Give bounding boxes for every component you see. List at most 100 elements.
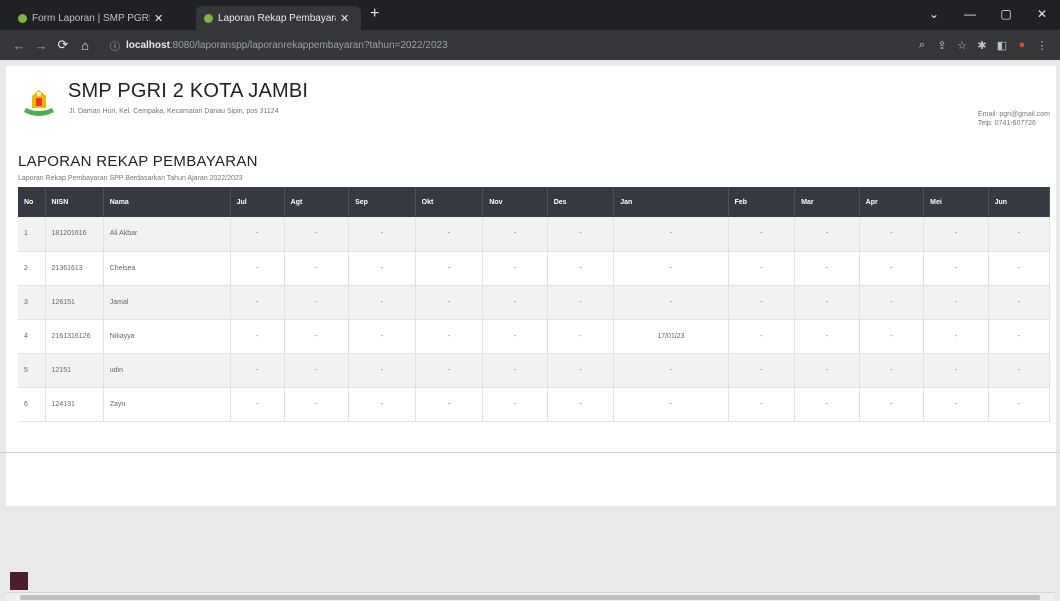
- table-cell: -: [547, 387, 615, 421]
- table-cell: 17/01/23: [613, 319, 729, 353]
- table-cell: -: [284, 217, 350, 251]
- table-cell: -: [923, 353, 989, 387]
- table-row: 4 2161316126 Nikayya - - - - - -17/01/23- - - - -: [18, 319, 1051, 353]
- tab-title: Form Laporan | SMP PGRI 2 KOTA: [32, 12, 150, 24]
- extensions-icon[interactable]: ✱: [972, 39, 992, 52]
- table-cell: -: [988, 387, 1051, 421]
- table-cell: -: [348, 285, 416, 319]
- reload-icon[interactable]: ⟳: [52, 37, 74, 53]
- table-cell: Jamal: [103, 285, 231, 319]
- tab-close-icon[interactable]: ✕: [340, 12, 349, 25]
- menu-icon[interactable]: ⋮: [1032, 39, 1052, 52]
- report-title: LAPORAN REKAP PEMBAYARAN: [18, 153, 258, 170]
- page-divider: [0, 452, 1060, 453]
- minimize-button[interactable]: —: [952, 0, 988, 30]
- share-icon[interactable]: ⇪: [932, 39, 952, 52]
- app-icon[interactable]: [10, 572, 28, 590]
- table-cell: -: [988, 353, 1051, 387]
- table-cell: -: [284, 387, 350, 421]
- school-logo-icon: [24, 90, 54, 116]
- url-host: localhost: [126, 39, 170, 51]
- table-cell: Ali Akbar: [103, 217, 231, 251]
- table-cell: -: [284, 319, 350, 353]
- table-cell: -: [230, 285, 285, 319]
- toolbar-actions: ⌕ ⇪ ☆ ✱ ◧ ● ⋮: [912, 39, 1052, 52]
- table-cell: -: [728, 353, 796, 387]
- tab-title: Laporan Rekap Pembayaran SPP: [218, 12, 336, 24]
- table-cell: -: [284, 285, 350, 319]
- forward-icon[interactable]: →: [30, 38, 52, 53]
- table-cell: 2161316126: [45, 319, 104, 353]
- table-cell: -: [348, 251, 416, 285]
- table-cell: -: [482, 387, 548, 421]
- school-address: Jl. Daman Huri, Kel. Cempaka, Kecamatan …: [69, 108, 279, 115]
- table-cell: -: [613, 387, 729, 421]
- table-cell: -: [415, 251, 484, 285]
- tab-laporan-rekap[interactable]: Laporan Rekap Pembayaran SPP ✕: [196, 6, 361, 30]
- table-cell: Nikayya: [103, 319, 231, 353]
- table-cell: -: [547, 353, 615, 387]
- table-cell: -: [794, 353, 860, 387]
- table-cell: -: [859, 353, 925, 387]
- zoom-icon[interactable]: ⌕: [912, 39, 932, 52]
- table-cell: -: [547, 319, 615, 353]
- table-cell: -: [613, 251, 729, 285]
- report-header: SMP PGRI 2 KOTA JAMBI Jl. Daman Huri, Ke…: [6, 66, 1056, 130]
- tab-close-icon[interactable]: ✕: [154, 12, 163, 25]
- col-header-jul: Jul: [230, 187, 285, 217]
- table-cell: -: [284, 353, 350, 387]
- profile-icon[interactable]: ●: [1012, 39, 1032, 51]
- maximize-button[interactable]: ▢: [988, 0, 1024, 30]
- table-cell: -: [794, 251, 860, 285]
- new-tab-button[interactable]: +: [370, 5, 379, 23]
- table-cell: -: [923, 319, 989, 353]
- col-header-des: Des: [547, 187, 615, 217]
- table-cell: -: [230, 353, 285, 387]
- horizontal-scrollbar[interactable]: [6, 592, 1054, 601]
- tab-search-icon[interactable]: ⌄: [916, 0, 952, 30]
- table-row: 5 12151 udin - - - - - - - - - - - -: [18, 353, 1051, 387]
- col-header-agt: Agt: [284, 187, 350, 217]
- table-cell: 21361613: [45, 251, 104, 285]
- table-cell: -: [923, 387, 989, 421]
- table-cell: -: [923, 217, 989, 251]
- table-cell: -: [348, 353, 416, 387]
- table-cell: -: [415, 217, 484, 251]
- table-header-row: No NISN Nama Jul Agt Sep Okt Nov Des Jan…: [18, 187, 1051, 217]
- table-cell: 126151: [45, 285, 104, 319]
- page-viewport: SMP PGRI 2 KOTA JAMBI Jl. Daman Huri, Ke…: [0, 60, 1060, 601]
- address-bar[interactable]: ⓘ localhost :8080/laporanspp/laporanreka…: [104, 34, 904, 56]
- table-cell: -: [859, 217, 925, 251]
- home-icon[interactable]: ⌂: [74, 38, 96, 53]
- table-cell: -: [728, 285, 796, 319]
- sidebar-icon[interactable]: ◧: [992, 39, 1012, 52]
- table-cell: -: [547, 217, 615, 251]
- table-cell: -: [988, 285, 1051, 319]
- col-header-mei: Mei: [923, 187, 989, 217]
- table-cell: -: [482, 217, 548, 251]
- table-cell: 6: [18, 387, 46, 421]
- close-window-button[interactable]: ✕: [1024, 0, 1060, 30]
- col-header-jan: Jan: [613, 187, 729, 217]
- col-header-okt: Okt: [415, 187, 484, 217]
- back-icon[interactable]: ←: [8, 38, 30, 53]
- table-cell: -: [230, 251, 285, 285]
- tab-form-laporan[interactable]: Form Laporan | SMP PGRI 2 KOTA ✕: [10, 6, 190, 30]
- table-row: 6 124131 Zayn - - - - - - - - - - - -: [18, 387, 1051, 421]
- table-cell: -: [415, 353, 484, 387]
- payment-recap-table: No NISN Nama Jul Agt Sep Okt Nov Des Jan…: [18, 187, 1051, 422]
- table-cell: -: [794, 319, 860, 353]
- table-cell: Zayn: [103, 387, 231, 421]
- table-body: 1 181201616 Ali Akbar - - - - - - - - - - - -2 21361613…: [18, 217, 1051, 421]
- site-info-icon[interactable]: ⓘ: [110, 38, 120, 53]
- table-cell: -: [482, 285, 548, 319]
- scrollbar-thumb[interactable]: [20, 595, 1040, 600]
- col-header-nov: Nov: [482, 187, 548, 217]
- browser-toolbar: ← → ⟳ ⌂ ⓘ localhost :8080/laporanspp/lap…: [0, 30, 1060, 60]
- school-name: SMP PGRI 2 KOTA JAMBI: [68, 80, 309, 102]
- table-cell: -: [284, 251, 350, 285]
- table-cell: Chelsea: [103, 251, 231, 285]
- bookmark-star-icon[interactable]: ☆: [952, 39, 972, 52]
- table-cell: 12151: [45, 353, 104, 387]
- table-cell: -: [415, 319, 484, 353]
